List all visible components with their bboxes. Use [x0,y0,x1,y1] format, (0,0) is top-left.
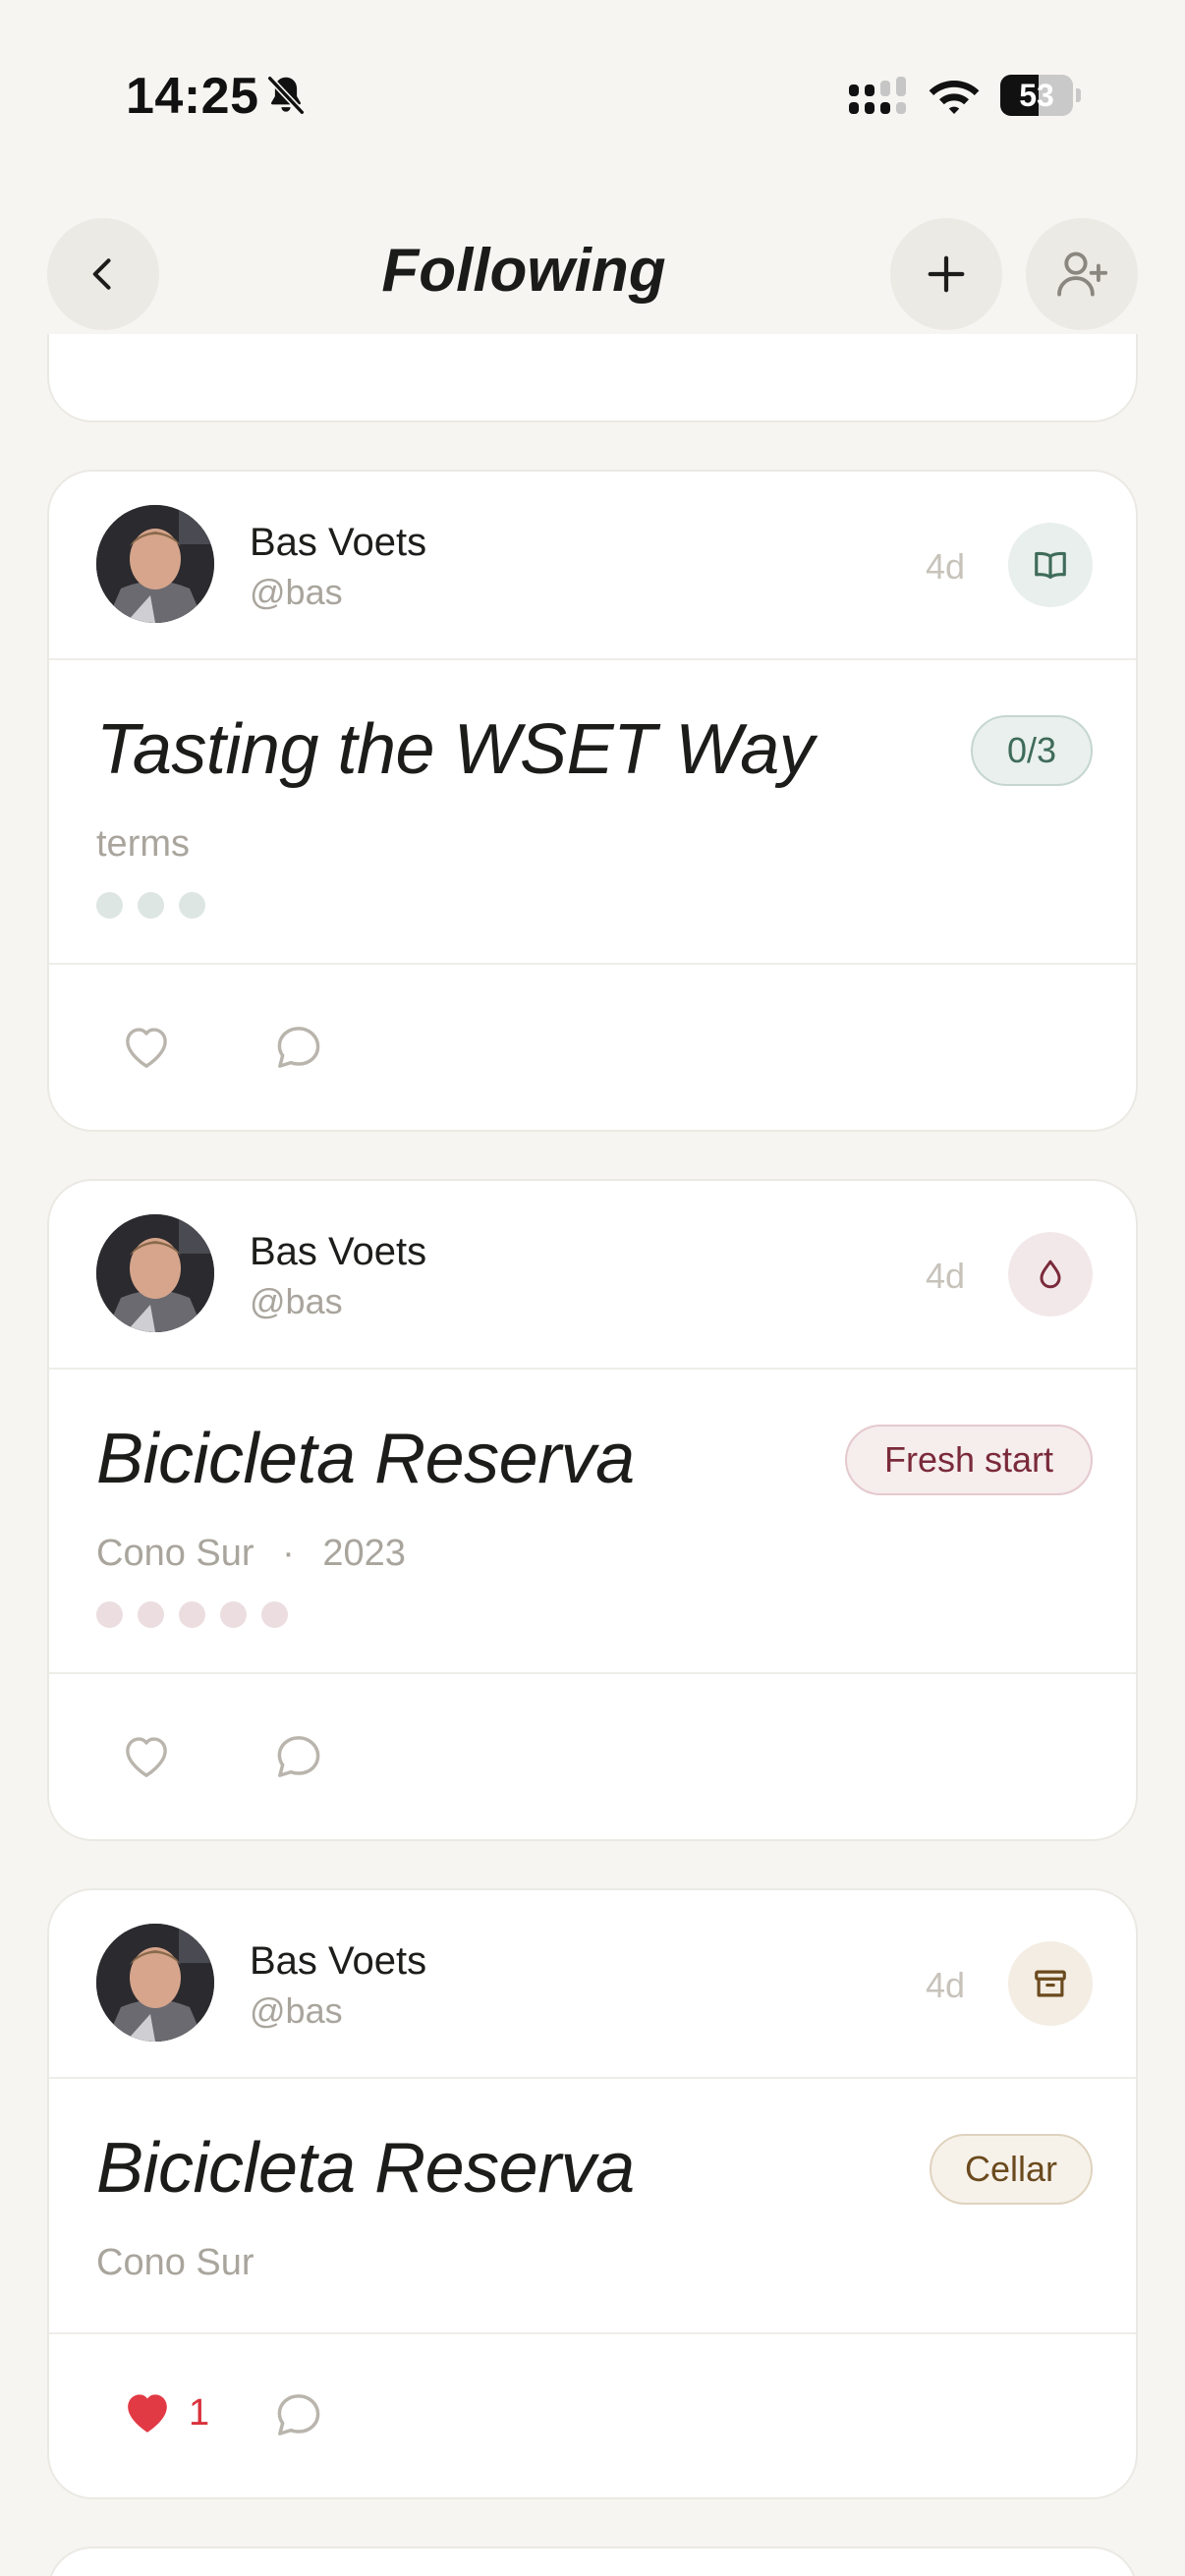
comment-bubble-icon [277,2394,320,2436]
user-name[interactable]: Bas Voets [250,521,426,565]
cellar-type-badge [1008,1941,1093,2026]
vintage-year: 2023 [322,1533,406,1574]
feed-card[interactable]: Bas Voets @bas 4d Tasting the WSET Way 0… [47,470,1138,1132]
progress-dot [96,892,123,919]
status-time: 14:25 [126,68,259,125]
post-time: 4d [926,546,966,587]
add-button[interactable] [890,218,1002,330]
like-button[interactable] [120,1020,173,1075]
card-actions [49,1674,1136,1839]
user-name[interactable]: Bas Voets [250,1939,426,1984]
comment-bubble-icon [277,1027,320,1068]
comment-bubble-icon [277,1736,320,1777]
status-badge: Fresh start [845,1425,1093,1495]
producer-name: Cono Sur [96,1533,254,1574]
heart-filled-icon [128,2394,167,2433]
feed-card[interactable]: Bas Voets @bas 4d Bicicleta Reserva Cell… [47,1888,1138,2499]
drop-icon [1040,1260,1061,1289]
feed-card-next [47,2547,1138,2576]
separator-dot: · [282,1533,295,1574]
avatar[interactable] [96,1924,214,2042]
feed-card-previous [47,334,1138,422]
book-icon [1035,551,1066,580]
post-time: 4d [926,1256,966,1296]
add-friend-button[interactable] [1026,218,1138,330]
rating-dot [261,1601,288,1628]
heart-outline-icon [126,1737,167,1777]
comment-button[interactable] [271,1020,326,1075]
battery-indicator: 53 [1000,75,1081,116]
rating-dot [96,1601,123,1628]
study-type-badge [1008,523,1093,607]
card-actions: 1 [49,2334,1136,2497]
status-bar: 14:25 53 [0,0,1185,147]
item-title: Bicicleta Reserva [96,2129,635,2208]
progress-dot [138,892,164,919]
like-count: 1 [189,2391,210,2434]
card-actions [49,965,1136,1130]
progress-badge: 0/3 [971,715,1093,786]
card-header: Bas Voets @bas 4d [49,1181,1136,1370]
user-handle: @bas [250,1990,343,2031]
battery-percentage: 53 [1019,78,1054,113]
status-badge: Cellar [930,2134,1093,2205]
item-subtitle: terms [96,823,190,865]
like-button[interactable] [120,1729,173,1784]
card-content[interactable]: Tasting the WSET Way 0/3 terms [49,660,1136,965]
feed-card[interactable]: Bas Voets @bas 4d Bicicleta Reserva Fres… [47,1179,1138,1841]
card-content[interactable]: Bicicleta Reserva Fresh start Cono Sur ·… [49,1370,1136,1674]
item-title: Bicicleta Reserva [96,1420,635,1498]
progress-dots [96,892,205,919]
user-handle: @bas [250,1281,343,1321]
avatar[interactable] [96,505,214,623]
archive-box-icon [1035,1970,1066,1997]
post-time: 4d [926,1965,966,2005]
bell-muted-icon [267,76,305,115]
rating-dots [96,1601,288,1628]
cellular-signal-icon [849,77,906,114]
like-button[interactable]: 1 [120,2385,209,2440]
user-handle: @bas [250,572,343,612]
avatar[interactable] [96,1214,214,1332]
user-name[interactable]: Bas Voets [250,1230,426,1274]
wine-type-badge [1008,1232,1093,1316]
rating-dot [138,1601,164,1628]
rating-dot [220,1601,247,1628]
card-header: Bas Voets @bas 4d [49,472,1136,660]
item-subtitle: Cono Sur · 2023 [96,1533,406,1575]
heart-outline-icon [126,1028,167,1068]
plus-icon [928,255,965,293]
top-navigation-bar: Following [0,206,1185,344]
rating-dot [179,1601,205,1628]
comment-button[interactable] [271,2387,326,2442]
page-title: Following [381,237,666,305]
user-plus-icon [1057,252,1108,297]
card-header: Bas Voets @bas 4d [49,1890,1136,2079]
wifi-icon [929,81,980,114]
card-content[interactable]: Bicicleta Reserva Cellar Cono Sur [49,2079,1136,2334]
item-title: Tasting the WSET Way [96,710,815,789]
comment-button[interactable] [271,1729,326,1784]
item-subtitle: Cono Sur [96,2242,254,2283]
progress-dot [179,892,205,919]
